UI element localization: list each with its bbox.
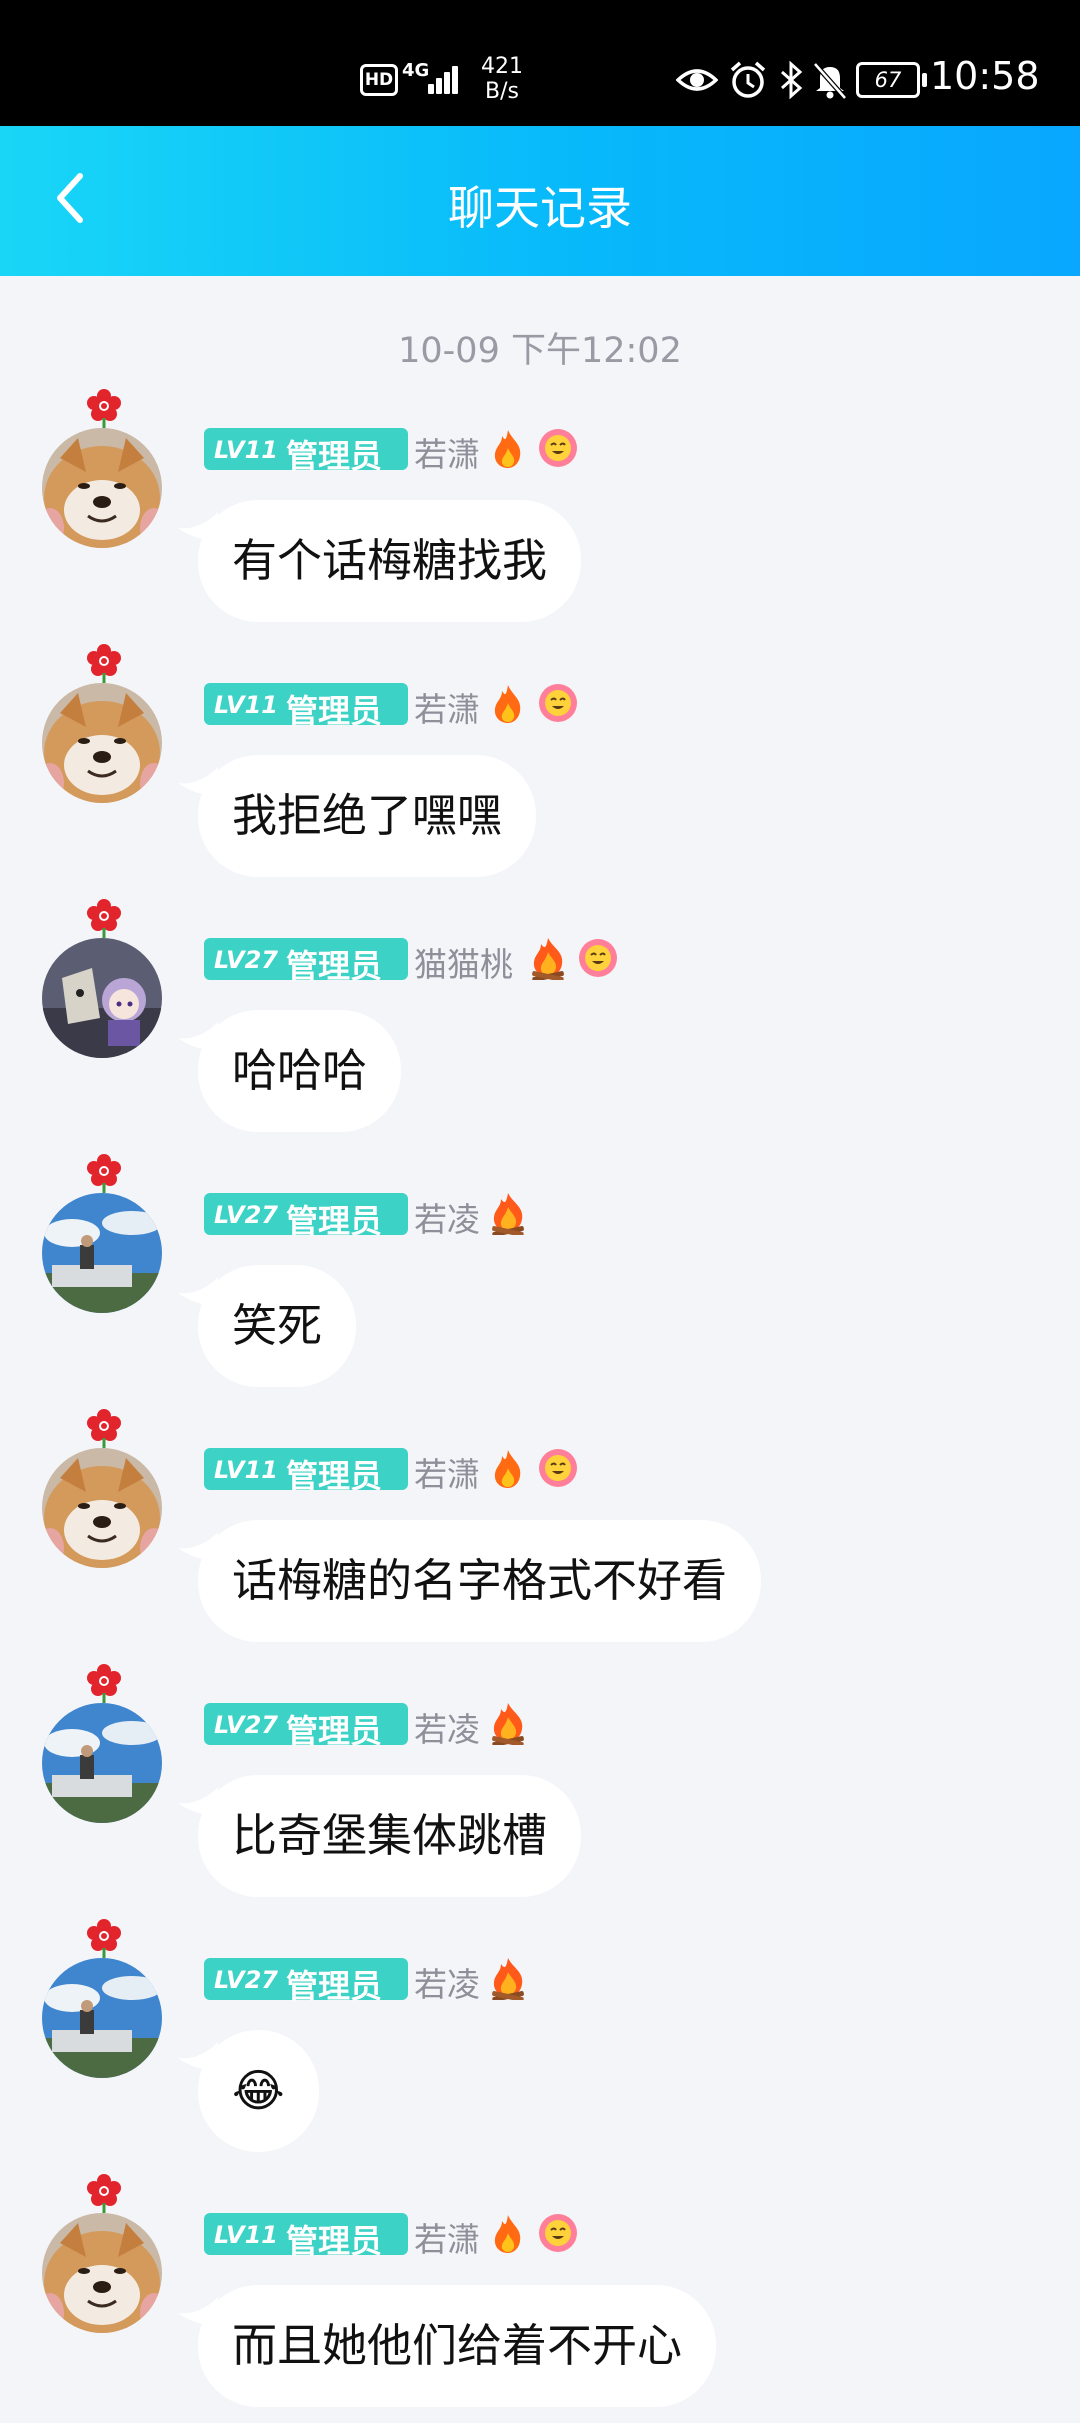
avatar[interactable] <box>42 1448 162 1568</box>
status-bar: HD 4G 421 B/s 67 10:58 <box>0 0 1080 126</box>
flower-icon <box>87 1154 121 1193</box>
avatar-group[interactable] <box>42 1918 162 2078</box>
avatar[interactable] <box>42 1193 162 1313</box>
role-label: 管理员 <box>286 2222 383 2260</box>
avatar[interactable] <box>42 683 162 803</box>
level-label: LV11 <box>214 436 278 464</box>
flower-icon <box>87 1409 121 1448</box>
sender-nickname[interactable]: 若凌 <box>414 1958 480 2006</box>
fire-icon <box>494 685 521 723</box>
sender-nickname[interactable]: 若凌 <box>414 1703 480 1751</box>
fire-icon <box>494 2215 521 2253</box>
level-badge: LV11 管理员 <box>204 683 408 730</box>
flower-icon <box>87 389 121 428</box>
bonfire-icon <box>531 938 565 980</box>
sender-nickname[interactable]: 猫猫桃 <box>414 938 513 986</box>
flower-icon <box>87 1664 121 1703</box>
avatar[interactable] <box>42 2213 162 2333</box>
signal-icon <box>422 60 462 94</box>
flower-icon <box>87 899 121 938</box>
battery-icon: 67 <box>856 62 927 98</box>
level-badge: LV11 管理员 <box>204 428 408 475</box>
fire-icon <box>494 1450 521 1488</box>
level-label: LV11 <box>214 2221 278 2249</box>
sender-nickname[interactable]: 若凌 <box>414 1193 480 1241</box>
message-bubble[interactable]: 话梅糖的名字格式不好看 <box>198 1520 762 1642</box>
role-label: 管理员 <box>286 1967 383 2005</box>
sender-nickname[interactable]: 若潇 <box>414 2213 480 2261</box>
avatar-group[interactable] <box>42 1153 162 1313</box>
smiley-flower-icon <box>578 938 618 978</box>
message-row: LV27 管理员 若凌 😂 <box>0 1918 1080 2168</box>
smiley-flower-icon <box>538 2213 578 2253</box>
clock: 10:58 <box>930 54 1040 98</box>
level-badge: LV27 管理员 <box>204 1193 408 1240</box>
level-badge: LV11 管理员 <box>204 2213 408 2260</box>
sender-nickname[interactable]: 若潇 <box>414 683 480 731</box>
level-label: LV11 <box>214 691 278 719</box>
message-bubble[interactable]: 我拒绝了嘿嘿 <box>198 755 537 877</box>
message-bubble[interactable]: 😂 <box>198 2030 319 2152</box>
smiley-flower-icon <box>538 683 578 723</box>
avatar-group[interactable] <box>42 898 162 1058</box>
level-label: LV27 <box>214 946 278 974</box>
avatar-group[interactable] <box>42 643 162 803</box>
avatar[interactable] <box>42 428 162 548</box>
avatar[interactable] <box>42 1703 162 1823</box>
avatar[interactable] <box>42 1958 162 2078</box>
message-bubble[interactable]: 而且她他们给着不开心 <box>198 2285 717 2407</box>
avatar-group[interactable] <box>42 388 162 548</box>
title-bar: 聊天记录 <box>0 126 1080 276</box>
avatar[interactable] <box>42 938 162 1058</box>
message-bubble[interactable]: 笑死 <box>198 1265 357 1387</box>
message-bubble[interactable]: 哈哈哈 <box>198 1010 402 1132</box>
message-row: LV27 管理员 猫猫桃 哈哈哈 <box>0 898 1080 1148</box>
role-label: 管理员 <box>286 437 383 475</box>
message-row: LV11 管理员 若潇 我拒绝了嘿嘿 <box>0 643 1080 893</box>
message-row: LV11 管理员 若潇 有个话梅糖找我 <box>0 388 1080 638</box>
sender-nickname[interactable]: 若潇 <box>414 428 480 476</box>
eye-icon <box>676 69 718 91</box>
sender-nickname[interactable]: 若潇 <box>414 1448 480 1496</box>
message-row: LV11 管理员 若潇 话梅糖的名字格式不好看 <box>0 1408 1080 1658</box>
role-label: 管理员 <box>286 1202 383 1240</box>
level-label: LV11 <box>214 1456 278 1484</box>
message-row: LV27 管理员 若凌 笑死 <box>0 1153 1080 1403</box>
role-label: 管理员 <box>286 1712 383 1750</box>
hd-icon: HD <box>360 64 398 96</box>
message-row: LV27 管理员 若凌 比奇堡集体跳槽 <box>0 1663 1080 1913</box>
avatar-group[interactable] <box>42 2173 162 2333</box>
bonfire-icon <box>491 1703 525 1745</box>
mute-bell-icon <box>813 62 847 100</box>
role-label: 管理员 <box>286 1457 383 1495</box>
flower-icon <box>87 644 121 683</box>
level-badge: LV11 管理员 <box>204 1448 408 1495</box>
flower-icon <box>87 2174 121 2213</box>
message-bubble[interactable]: 有个话梅糖找我 <box>198 500 582 622</box>
avatar-group[interactable] <box>42 1663 162 1823</box>
fire-icon <box>494 430 521 468</box>
avatar-group[interactable] <box>42 1408 162 1568</box>
smiley-flower-icon <box>538 428 578 468</box>
network-speed: 421 B/s <box>481 54 523 104</box>
level-badge: LV27 管理员 <box>204 1703 408 1750</box>
bonfire-icon <box>491 1958 525 2000</box>
bonfire-icon <box>491 1193 525 1235</box>
level-badge: LV27 管理员 <box>204 1958 408 2005</box>
alarm-icon <box>730 61 766 98</box>
flower-icon <box>87 1919 121 1958</box>
message-row: LV11 管理员 若潇 而且她他们给着不开心 <box>0 2173 1080 2423</box>
level-label: LV27 <box>214 1201 278 1229</box>
level-label: LV27 <box>214 1711 278 1739</box>
bluetooth-icon <box>781 60 803 100</box>
role-label: 管理员 <box>286 692 383 730</box>
page-title: 聊天记录 <box>448 181 632 235</box>
level-label: LV27 <box>214 1966 278 1994</box>
role-label: 管理员 <box>286 947 383 985</box>
chat-timestamp: 10-09 下午12:02 <box>398 331 682 371</box>
message-bubble[interactable]: 比奇堡集体跳槽 <box>198 1775 582 1897</box>
smiley-flower-icon <box>538 1448 578 1488</box>
level-badge: LV27 管理员 <box>204 938 408 985</box>
